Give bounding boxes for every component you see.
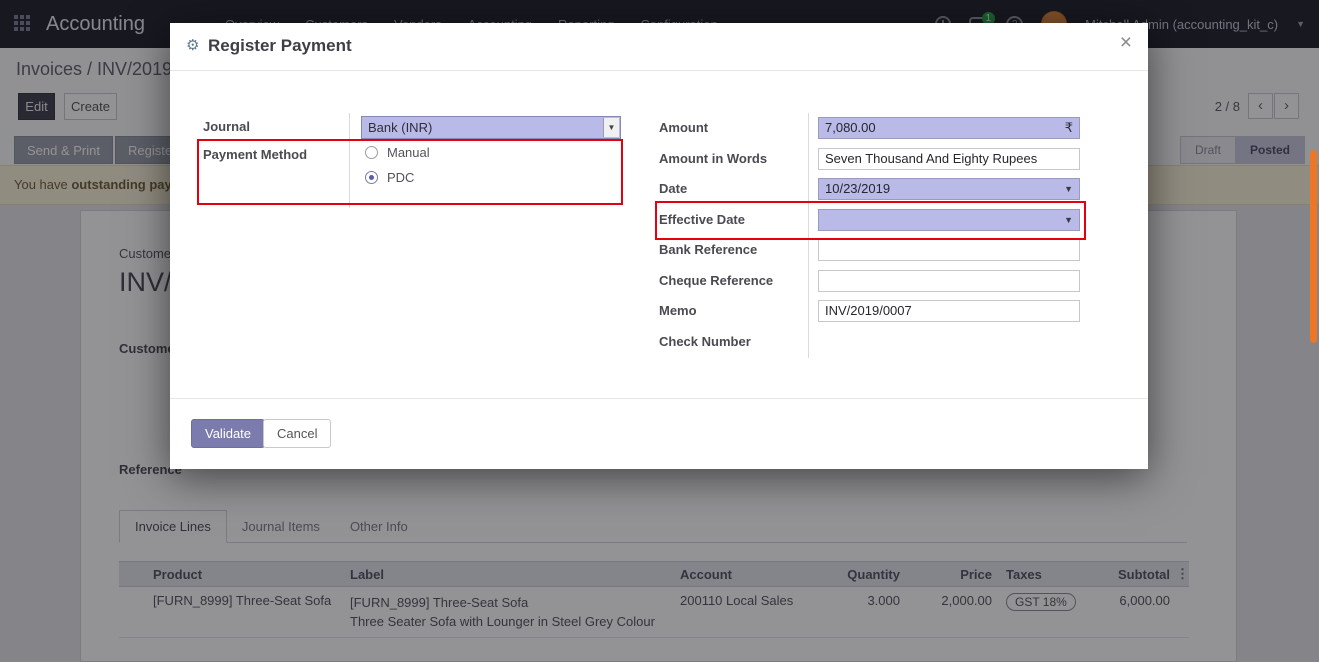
radio-manual-label: Manual	[387, 145, 430, 160]
amount-in-words-label: Amount in Words	[659, 151, 767, 166]
check-number-label: Check Number	[659, 334, 751, 349]
header-divider	[170, 70, 1148, 71]
memo-value: INV/2019/0007	[825, 303, 912, 318]
highlight-strip	[1310, 150, 1317, 343]
effective-date-label: Effective Date	[659, 212, 745, 227]
select-arrow-icon[interactable]: ▼	[603, 118, 619, 137]
journal-label: Journal	[203, 119, 250, 134]
screen: Accounting Overview Customers Vendors Ac…	[0, 0, 1319, 662]
amount-input[interactable]: ₹ 7,080.00	[818, 117, 1080, 139]
amount-in-words-input[interactable]: Seven Thousand And Eighty Rupees	[818, 148, 1080, 170]
radio-manual[interactable]: Manual	[365, 145, 430, 160]
radio-checked-icon[interactable]	[365, 171, 378, 184]
radio-pdc-label: PDC	[387, 170, 414, 185]
radio-unchecked-icon[interactable]	[365, 146, 378, 159]
close-icon[interactable]: ×	[1120, 32, 1132, 53]
footer-divider	[170, 398, 1148, 399]
validate-button[interactable]: Validate	[191, 419, 265, 448]
radio-pdc[interactable]: PDC	[365, 170, 414, 185]
gear-icon: ⚙	[186, 36, 199, 54]
bank-reference-label: Bank Reference	[659, 242, 757, 257]
amount-in-words-value: Seven Thousand And Eighty Rupees	[825, 151, 1037, 166]
effective-date-input[interactable]: ▼	[818, 209, 1080, 231]
date-value: 10/23/2019	[825, 181, 890, 196]
register-payment-dialog: ⚙ Register Payment × Journal Bank (INR) …	[170, 23, 1148, 469]
payment-method-label: Payment Method	[203, 147, 307, 162]
memo-input[interactable]: INV/2019/0007	[818, 300, 1080, 322]
left-column-divider	[349, 113, 350, 208]
journal-select[interactable]: Bank (INR) ▼	[361, 116, 621, 139]
journal-value: Bank (INR)	[368, 120, 432, 135]
right-column-divider	[808, 113, 809, 358]
amount-label: Amount	[659, 120, 708, 135]
cheque-reference-label: Cheque Reference	[659, 273, 773, 288]
dropdown-caret-icon[interactable]: ▼	[1064, 210, 1073, 230]
cancel-button[interactable]: Cancel	[263, 419, 331, 448]
cheque-reference-input[interactable]	[818, 270, 1080, 292]
bank-reference-input[interactable]	[818, 239, 1080, 261]
currency-symbol: ₹	[1065, 118, 1073, 138]
dropdown-caret-icon[interactable]: ▼	[1064, 179, 1073, 199]
date-label: Date	[659, 181, 687, 196]
date-input[interactable]: ▼ 10/23/2019	[818, 178, 1080, 200]
amount-value: 7,080.00	[825, 120, 876, 135]
memo-label: Memo	[659, 303, 697, 318]
dialog-title: Register Payment	[208, 36, 352, 56]
